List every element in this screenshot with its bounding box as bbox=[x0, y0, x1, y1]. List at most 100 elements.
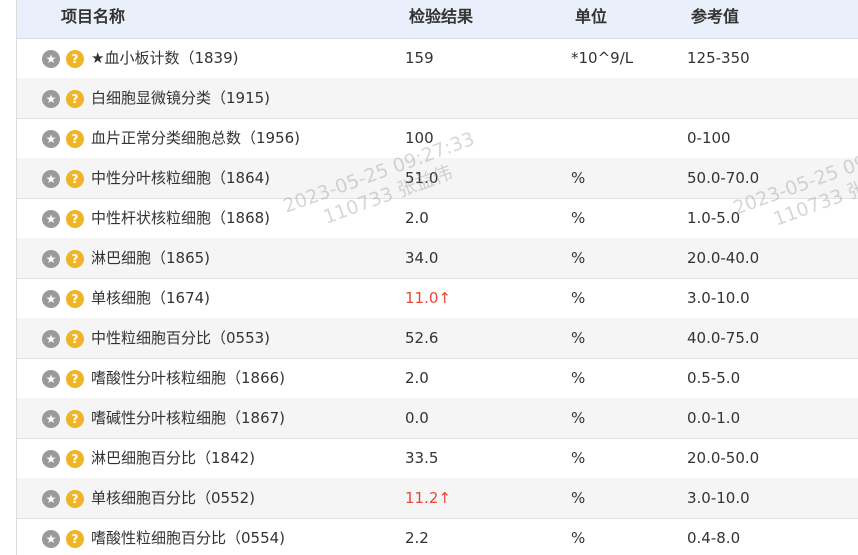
result-number: 159 bbox=[405, 49, 434, 67]
item-name: 单核细胞（1674) bbox=[91, 289, 211, 307]
result-number: 2.2 bbox=[405, 529, 429, 547]
lab-results-table: 项目名称 检验结果 单位 参考值 ★? ★血小板计数（1839) 159 *10^9/… bbox=[16, 0, 858, 555]
result-value: 11.0↑ bbox=[405, 278, 451, 318]
result-number: 34.0 bbox=[405, 249, 439, 267]
result-number: 11.2 bbox=[405, 489, 439, 507]
table-row[interactable]: ★? ★血小板计数（1839) 159 *10^9/L 125-350 bbox=[17, 38, 858, 79]
question-mark-icon[interactable]: ? bbox=[66, 170, 84, 188]
table-row[interactable]: ★? 单核细胞（1674) 11.0↑% 3.0-10.0 bbox=[17, 278, 858, 319]
unit: % bbox=[571, 249, 586, 267]
reference-range: 0.0-1.0 bbox=[687, 409, 741, 427]
question-mark-icon[interactable]: ? bbox=[66, 450, 84, 468]
result-value: 51.0 bbox=[405, 158, 438, 198]
reference-range: 40.0-75.0 bbox=[687, 329, 760, 347]
item-name: 嗜碱性分叶核粒细胞（1867) bbox=[91, 409, 286, 427]
high-flag-arrow: ↑ bbox=[438, 489, 451, 507]
table-row[interactable]: ★? 嗜酸性粒细胞百分比（0554) 2.2% 0.4-8.0 bbox=[17, 518, 858, 555]
item-name: 嗜酸性粒细胞百分比（0554) bbox=[91, 529, 286, 547]
unit: % bbox=[571, 409, 586, 427]
star-icon[interactable]: ★ bbox=[42, 130, 60, 148]
high-flag-arrow: ↑ bbox=[438, 289, 451, 307]
item-name: 中性分叶核粒细胞（1864) bbox=[91, 169, 271, 187]
reference-range: 20.0-40.0 bbox=[687, 249, 760, 267]
unit: % bbox=[571, 169, 586, 187]
unit: % bbox=[571, 289, 586, 307]
table-row[interactable]: ★? 血片正常分类细胞总数（1956) 100 0-100 bbox=[17, 118, 858, 159]
question-mark-icon[interactable]: ? bbox=[66, 210, 84, 228]
result-number: 33.5 bbox=[405, 449, 439, 467]
result-number: 2.0 bbox=[405, 209, 429, 227]
table-row[interactable]: ★? 嗜碱性分叶核粒细胞（1867) 0.0% 0.0-1.0 bbox=[17, 398, 858, 439]
reference-range: 125-350 bbox=[687, 49, 750, 67]
header-reference[interactable]: 参考值 bbox=[691, 0, 739, 38]
table-row[interactable]: ★? 淋巴细胞百分比（1842) 33.5% 20.0-50.0 bbox=[17, 438, 858, 479]
star-icon[interactable]: ★ bbox=[42, 170, 60, 188]
table-header: 项目名称 检验结果 单位 参考值 bbox=[17, 0, 858, 39]
table-row[interactable]: ★? 淋巴细胞（1865) 34.0% 20.0-40.0 bbox=[17, 238, 858, 279]
item-name: ★血小板计数（1839) bbox=[91, 49, 239, 67]
table-row[interactable]: ★? 单核细胞百分比（0552) 11.2↑% 3.0-10.0 bbox=[17, 478, 858, 519]
table-row[interactable]: ★? 白细胞显微镜分类（1915) bbox=[17, 78, 858, 119]
star-icon[interactable]: ★ bbox=[42, 530, 60, 548]
item-name: 淋巴细胞（1865) bbox=[91, 249, 211, 267]
reference-range: 0.4-8.0 bbox=[687, 529, 741, 547]
table-row[interactable]: ★? 中性杆状核粒细胞（1868) 2.0% 1.0-5.0 bbox=[17, 198, 858, 239]
question-mark-icon[interactable]: ? bbox=[66, 50, 84, 68]
reference-range: 3.0-10.0 bbox=[687, 489, 750, 507]
question-mark-icon[interactable]: ? bbox=[66, 330, 84, 348]
result-number: 11.0 bbox=[405, 289, 439, 307]
star-icon[interactable]: ★ bbox=[42, 330, 60, 348]
result-value: 159 bbox=[405, 38, 434, 78]
result-value: 33.5 bbox=[405, 438, 438, 478]
header-item-name[interactable]: 项目名称 bbox=[61, 0, 125, 38]
result-value: 0.0 bbox=[405, 398, 429, 438]
reference-range: 0-100 bbox=[687, 129, 731, 147]
star-icon[interactable]: ★ bbox=[42, 50, 60, 68]
star-icon[interactable]: ★ bbox=[42, 250, 60, 268]
header-unit[interactable]: 单位 bbox=[575, 0, 607, 38]
star-icon[interactable]: ★ bbox=[42, 490, 60, 508]
question-mark-icon[interactable]: ? bbox=[66, 410, 84, 428]
star-icon[interactable]: ★ bbox=[42, 90, 60, 108]
unit: *10^9/L bbox=[571, 49, 634, 67]
star-icon[interactable]: ★ bbox=[42, 410, 60, 428]
question-mark-icon[interactable]: ? bbox=[66, 290, 84, 308]
unit: % bbox=[571, 489, 586, 507]
item-name: 嗜酸性分叶核粒细胞（1866) bbox=[91, 369, 286, 387]
table-row[interactable]: ★? 中性粒细胞百分比（0553) 52.6% 40.0-75.0 bbox=[17, 318, 858, 359]
result-value: 2.2 bbox=[405, 518, 429, 555]
table-row[interactable]: ★? 嗜酸性分叶核粒细胞（1866) 2.0% 0.5-5.0 bbox=[17, 358, 858, 399]
result-number: 100 bbox=[405, 129, 434, 147]
result-number: 52.6 bbox=[405, 329, 439, 347]
star-icon[interactable]: ★ bbox=[42, 210, 60, 228]
result-value: 2.0 bbox=[405, 198, 429, 238]
result-number: 51.0 bbox=[405, 169, 439, 187]
result-value: 52.6 bbox=[405, 318, 438, 358]
star-icon[interactable]: ★ bbox=[42, 450, 60, 468]
unit: % bbox=[571, 529, 586, 547]
item-name: 中性杆状核粒细胞（1868) bbox=[91, 209, 271, 227]
unit: % bbox=[571, 369, 586, 387]
table-row[interactable]: ★? 中性分叶核粒细胞（1864) 51.0% 50.0-70.0 bbox=[17, 158, 858, 199]
question-mark-icon[interactable]: ? bbox=[66, 130, 84, 148]
result-value: 2.0 bbox=[405, 358, 429, 398]
result-value: 100 bbox=[405, 118, 434, 158]
reference-range: 0.5-5.0 bbox=[687, 369, 741, 387]
star-icon[interactable]: ★ bbox=[42, 290, 60, 308]
unit: % bbox=[571, 449, 586, 467]
reference-range: 1.0-5.0 bbox=[687, 209, 741, 227]
unit: % bbox=[571, 209, 586, 227]
star-icon[interactable]: ★ bbox=[42, 370, 60, 388]
question-mark-icon[interactable]: ? bbox=[66, 530, 84, 548]
question-mark-icon[interactable]: ? bbox=[66, 250, 84, 268]
result-number: 2.0 bbox=[405, 369, 429, 387]
question-mark-icon[interactable]: ? bbox=[66, 370, 84, 388]
unit: % bbox=[571, 329, 586, 347]
left-gutter bbox=[0, 0, 16, 555]
question-mark-icon[interactable]: ? bbox=[66, 490, 84, 508]
question-mark-icon[interactable]: ? bbox=[66, 90, 84, 108]
reference-range: 3.0-10.0 bbox=[687, 289, 750, 307]
result-number: 0.0 bbox=[405, 409, 429, 427]
header-result[interactable]: 检验结果 bbox=[409, 0, 473, 38]
reference-range: 20.0-50.0 bbox=[687, 449, 760, 467]
